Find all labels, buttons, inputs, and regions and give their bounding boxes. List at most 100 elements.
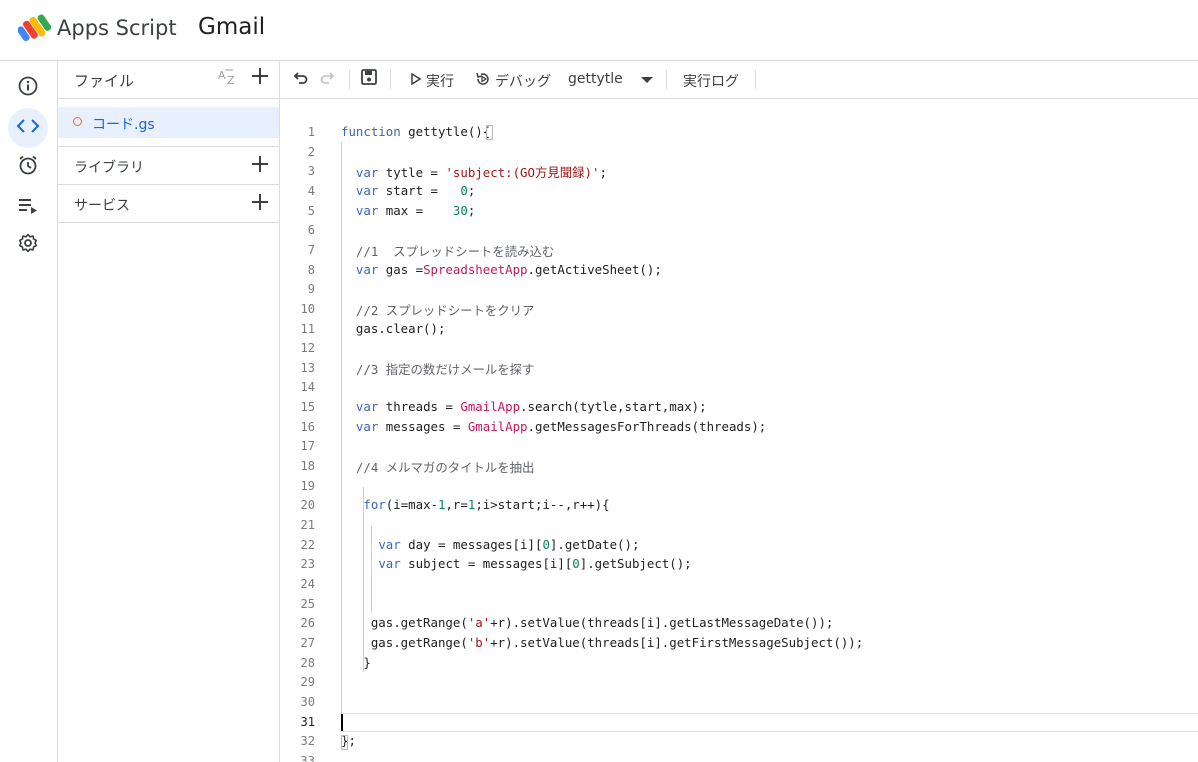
app-name[interactable]: Apps Script bbox=[57, 16, 177, 40]
line-number: 27 bbox=[300, 635, 315, 650]
code-line[interactable]: 19 bbox=[280, 477, 1198, 497]
code-line[interactable]: 24 bbox=[280, 575, 1198, 595]
line-number: 23 bbox=[300, 557, 315, 572]
code-text: //4 メルマガのタイトルを抽出 bbox=[355, 460, 535, 476]
code-line[interactable]: 10 //2 スプレッドシートをクリア bbox=[280, 300, 1198, 320]
debug-icon bbox=[475, 71, 491, 91]
code-text: var day = messages[i][0].getDate(); bbox=[378, 536, 640, 552]
code-line[interactable]: 7 //1 スプレッドシートを読み込む bbox=[280, 241, 1198, 261]
code-text: function gettytle(){ bbox=[341, 124, 491, 139]
indent-guide bbox=[371, 526, 372, 613]
code-line[interactable]: 33 bbox=[280, 752, 1198, 762]
code-line[interactable]: 5 var max = 30; bbox=[280, 202, 1198, 222]
info-icon bbox=[17, 75, 39, 101]
debug-label: デバッグ bbox=[495, 74, 551, 90]
plus-icon bbox=[251, 67, 269, 89]
code-line[interactable]: 18 //4 メルマガのタイトルを抽出 bbox=[280, 457, 1198, 477]
code-line[interactable]: 25 bbox=[280, 595, 1198, 615]
brace-match-highlight bbox=[341, 735, 348, 750]
line-number: 3 bbox=[307, 164, 315, 179]
code-text: gas.clear(); bbox=[341, 320, 446, 336]
code-line[interactable]: 22 var day = messages[i][0].getDate(); bbox=[280, 536, 1198, 556]
code-line[interactable]: 31 bbox=[280, 713, 1198, 733]
libraries-section: ライブラリ bbox=[58, 146, 279, 184]
brace-match-highlight bbox=[486, 125, 493, 140]
function-select[interactable]: gettytle bbox=[568, 71, 623, 87]
code-line[interactable]: 23 var subject = messages[i][0].getSubje… bbox=[280, 555, 1198, 575]
file-item-code-gs[interactable]: コード.gs bbox=[58, 107, 279, 138]
code-line[interactable]: 14 bbox=[280, 378, 1198, 398]
line-number: 33 bbox=[300, 753, 315, 762]
undo-button[interactable] bbox=[291, 69, 311, 89]
code-line[interactable]: 3 var tytle = 'subject:(GO方見聞録)'; bbox=[280, 162, 1198, 182]
code-editor[interactable]: 1 function gettytle(){2 3 var tytle = 'sub… bbox=[280, 99, 1198, 762]
add-service-button[interactable] bbox=[249, 193, 271, 215]
libraries-label: ライブラリ bbox=[74, 160, 144, 176]
code-line[interactable]: 9 bbox=[280, 280, 1198, 300]
svg-text:Z: Z bbox=[227, 74, 235, 87]
editor-button[interactable] bbox=[8, 108, 48, 148]
code-line[interactable]: 30 bbox=[280, 693, 1198, 713]
save-icon bbox=[360, 68, 378, 90]
files-title: ファイル bbox=[74, 72, 135, 90]
debug-button[interactable]: デバッグ bbox=[475, 71, 551, 91]
line-number: 16 bbox=[300, 419, 315, 434]
editor-toolbar: 実行 デバッグ gettytle 実行ログ bbox=[280, 61, 1198, 99]
text-cursor bbox=[341, 714, 343, 731]
code-line[interactable]: 13 //3 指定の数だけメールを探す bbox=[280, 359, 1198, 379]
line-number: 31 bbox=[300, 714, 315, 729]
line-number: 8 bbox=[307, 262, 315, 277]
code-text: var max = 30; bbox=[355, 202, 476, 218]
executions-icon bbox=[17, 194, 39, 220]
line-number: 19 bbox=[300, 478, 315, 493]
code-line[interactable]: 12 bbox=[280, 339, 1198, 359]
code-line[interactable]: 16 var messages = GmailApp.getMessagesFo… bbox=[280, 418, 1198, 438]
triggers-button[interactable] bbox=[8, 147, 48, 187]
services-section: サービス bbox=[58, 184, 279, 223]
line-number: 5 bbox=[307, 203, 315, 218]
code-text: var messages = GmailApp.getMessagesForTh… bbox=[355, 418, 767, 434]
code-line[interactable]: 2 bbox=[280, 143, 1198, 163]
svg-text:A: A bbox=[218, 69, 226, 82]
code-line[interactable]: 26 gas.getRange('a'+r).setValue(threads[… bbox=[280, 614, 1198, 634]
code-line[interactable]: 4 var start = 0; bbox=[280, 182, 1198, 202]
code-text: gas.getRange('b'+r).setValue(threads[i].… bbox=[341, 634, 864, 650]
line-number: 25 bbox=[300, 596, 315, 611]
overview-button[interactable] bbox=[8, 68, 48, 108]
code-line[interactable]: 1 function gettytle(){ bbox=[280, 123, 1198, 143]
code-line[interactable]: 21 bbox=[280, 516, 1198, 536]
code-line[interactable]: 17 bbox=[280, 437, 1198, 457]
code-line[interactable]: 6 bbox=[280, 221, 1198, 241]
add-library-button[interactable] bbox=[249, 155, 271, 177]
save-button[interactable] bbox=[359, 69, 379, 89]
dropdown-arrow-icon[interactable] bbox=[641, 77, 653, 83]
code-line[interactable]: 20 for(i=max-1,r=1;i>start;i--,r++){ bbox=[280, 496, 1198, 516]
executions-button[interactable] bbox=[8, 187, 48, 227]
line-number: 2 bbox=[307, 144, 315, 159]
indent-guide bbox=[363, 487, 364, 672]
code-line[interactable]: 32}; bbox=[280, 732, 1198, 752]
add-file-button[interactable] bbox=[249, 67, 271, 89]
code-line[interactable]: 15 var threads = GmailApp.search(tytle,s… bbox=[280, 398, 1198, 418]
line-number: 21 bbox=[300, 518, 315, 532]
line-number: 10 bbox=[300, 301, 315, 316]
code-line[interactable]: 27 gas.getRange('b'+r).setValue(threads[… bbox=[280, 634, 1198, 654]
project-settings-button[interactable] bbox=[8, 225, 48, 265]
code-line[interactable]: 8 var gas =SpreadsheetApp.getActiveSheet… bbox=[280, 261, 1198, 281]
toolbar-divider bbox=[349, 70, 350, 89]
indent-guide bbox=[341, 142, 342, 732]
execution-log-button[interactable]: 実行ログ bbox=[683, 71, 739, 91]
code-line[interactable]: 29 bbox=[280, 673, 1198, 693]
project-title[interactable]: Gmail bbox=[198, 14, 265, 40]
run-button[interactable]: 実行 bbox=[410, 71, 454, 91]
unsaved-indicator-icon bbox=[73, 117, 82, 126]
code-line[interactable]: 28 } bbox=[280, 654, 1198, 674]
code-text: var tytle = 'subject:(GO方見聞録)'; bbox=[355, 165, 607, 181]
redo-button[interactable] bbox=[317, 69, 337, 89]
code-line[interactable]: 11 gas.clear(); bbox=[280, 320, 1198, 340]
apps-script-logo-icon[interactable] bbox=[17, 14, 52, 42]
line-number: 28 bbox=[300, 655, 315, 670]
line-number: 26 bbox=[300, 616, 315, 631]
line-number: 15 bbox=[300, 400, 315, 415]
sort-az-button[interactable]: AZ bbox=[218, 68, 240, 90]
